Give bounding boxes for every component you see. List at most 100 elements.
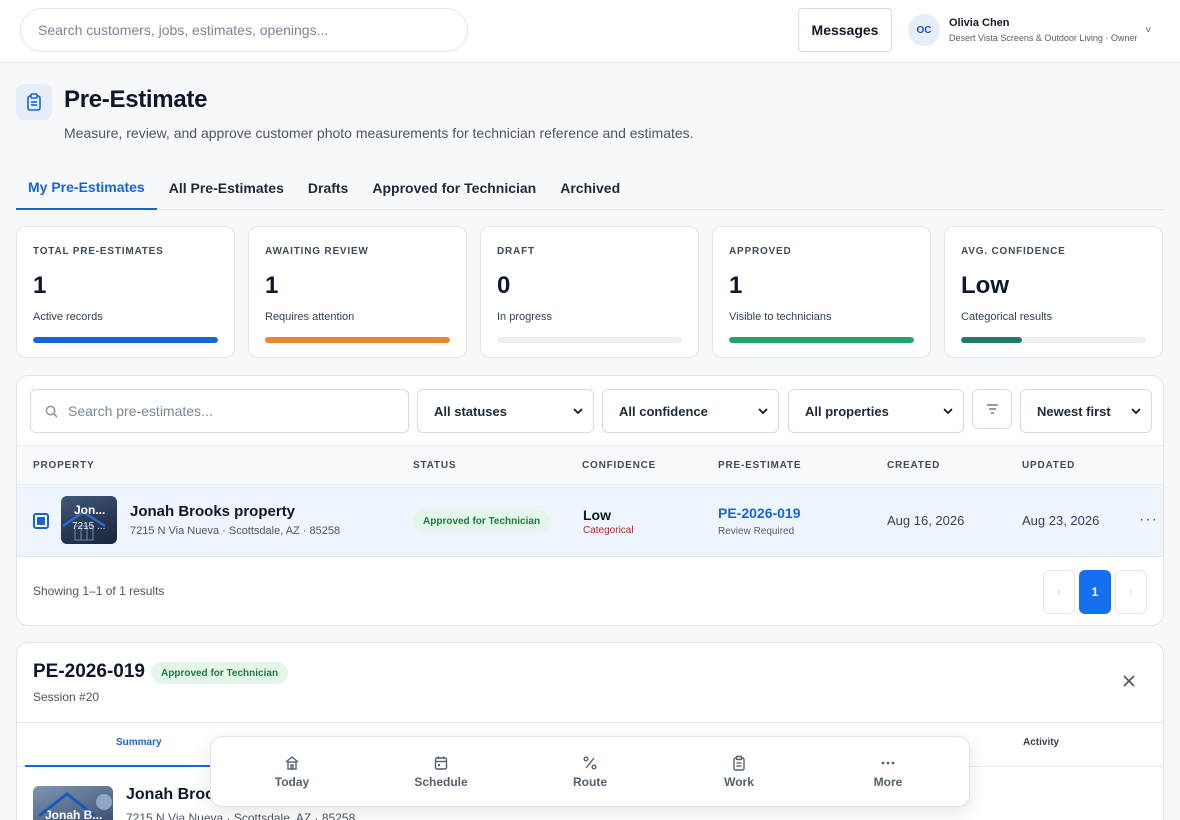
column-header-status[interactable]: STATUS xyxy=(413,460,456,471)
global-search-input[interactable]: Search customers, jobs, estimates, openi… xyxy=(20,8,468,52)
next-page-button[interactable]: › xyxy=(1115,570,1147,614)
stat-progress-track xyxy=(33,337,218,343)
nav-work-label: Work xyxy=(724,775,754,789)
messages-button[interactable]: Messages xyxy=(798,8,892,52)
stat-card-avg-confidence: AVG. CONFIDENCE Low Categorical results xyxy=(944,226,1163,358)
filter-lines-icon xyxy=(986,404,998,414)
column-header-confidence[interactable]: CONFIDENCE xyxy=(582,460,656,471)
chevron-down-icon xyxy=(758,407,768,414)
user-name: Olivia Chen xyxy=(949,17,1010,29)
results-count: Showing 1–1 of 1 results xyxy=(33,584,165,598)
user-menu[interactable]: OC Olivia Chen Desert Vista Screens & Ou… xyxy=(908,14,1151,46)
row-actions-menu[interactable]: ··· xyxy=(1139,511,1158,529)
created-date: Aug 16, 2026 xyxy=(887,513,965,528)
detail-property-address: 7215 N Via Nueva · Scottsdale, AZ · 8525… xyxy=(126,811,356,820)
stat-cards: TOTAL PRE-ESTIMATES 1 Active records AWA… xyxy=(16,226,1163,358)
filter-button[interactable] xyxy=(972,389,1012,429)
stat-note: Categorical results xyxy=(961,311,1053,323)
nav-today[interactable]: Today xyxy=(252,755,332,789)
user-info: Olivia Chen Desert Vista Screens & Outdo… xyxy=(949,17,1137,43)
confidence-value: Low xyxy=(583,507,611,523)
active-tab-indicator xyxy=(25,765,225,767)
column-header-created[interactable]: CREATED xyxy=(887,460,940,471)
clipboard-icon xyxy=(733,755,745,771)
nav-today-label: Today xyxy=(274,775,310,789)
detail-status-badge: Approved for Technician xyxy=(151,662,289,684)
column-header-property[interactable]: PROPERTY xyxy=(33,460,94,471)
chevron-down-icon[interactable]: ˅ xyxy=(1145,25,1151,36)
updated-date: Aug 23, 2026 xyxy=(1022,513,1100,528)
nav-schedule-label: Schedule xyxy=(414,775,468,789)
table-row[interactable]: Jon... 7215 ... Jonah Brooks property 72… xyxy=(17,485,1163,557)
stat-value: 1 xyxy=(33,272,47,299)
column-header-pre-estimate[interactable]: PRE-ESTIMATE xyxy=(718,460,801,471)
property-thumbnail: Jon... 7215 ... xyxy=(61,496,117,544)
confidence-type: Categorical xyxy=(583,525,634,536)
stat-label: TOTAL PRE-ESTIMATES xyxy=(33,246,164,257)
nav-work[interactable]: Work xyxy=(699,755,779,789)
detail-session: Session #20 xyxy=(33,690,100,704)
detail-tab-summary[interactable]: Summary xyxy=(116,737,162,748)
tab-all-pre-estimates[interactable]: All Pre-Estimates xyxy=(157,166,296,210)
bottom-navigation: Today Schedule Route Work More xyxy=(210,736,970,807)
global-search-placeholder: Search customers, jobs, estimates, openi… xyxy=(38,22,329,38)
pre-estimates-table-panel: Search pre-estimates... All statuses All… xyxy=(16,375,1164,626)
row-checkbox[interactable] xyxy=(33,513,49,529)
pre-estimate-tabs: My Pre-Estimates All Pre-Estimates Draft… xyxy=(16,166,1164,210)
property-name[interactable]: Jonah Brooks property xyxy=(130,503,295,520)
detail-thumbnail-title: Jonah B... xyxy=(45,808,103,820)
detail-pre-estimate-id: PE-2026-019 xyxy=(33,661,145,682)
pre-estimate-search-input[interactable]: Search pre-estimates... xyxy=(30,389,409,433)
stat-value: 0 xyxy=(497,272,511,299)
stat-note: In progress xyxy=(497,311,553,323)
tab-archived[interactable]: Archived xyxy=(548,166,632,210)
route-icon xyxy=(583,756,597,770)
nav-more[interactable]: More xyxy=(848,755,928,789)
stat-value: 1 xyxy=(729,272,743,299)
stat-value: 1 xyxy=(265,272,279,299)
calendar-icon xyxy=(434,756,448,770)
status-filter-value: All statuses xyxy=(434,403,507,419)
detail-tab-activity[interactable]: Activity xyxy=(1023,737,1059,748)
properties-filter-select[interactable]: All properties xyxy=(788,389,964,433)
status-filter-select[interactable]: All statuses xyxy=(417,389,594,433)
nav-more-label: More xyxy=(873,775,903,789)
chevron-down-icon xyxy=(943,407,953,414)
stat-progress-fill xyxy=(33,337,218,343)
chevron-down-icon xyxy=(1131,407,1141,414)
page-subtitle: Measure, review, and approve customer ph… xyxy=(64,125,694,141)
stat-progress-track xyxy=(497,337,682,343)
stat-progress-fill xyxy=(961,337,1023,343)
pre-estimate-search-placeholder: Search pre-estimates... xyxy=(68,403,213,419)
column-header-updated[interactable]: UPDATED xyxy=(1022,460,1075,471)
stat-label: AWAITING REVIEW xyxy=(265,246,369,257)
stat-progress-track xyxy=(265,337,450,343)
stat-progress-fill xyxy=(265,337,450,343)
nav-route[interactable]: Route xyxy=(550,755,630,789)
sort-select[interactable]: Newest first xyxy=(1020,389,1152,433)
stat-label: DRAFT xyxy=(497,246,535,257)
pre-estimate-link[interactable]: PE-2026-019 xyxy=(718,505,801,521)
thumbnail-subtitle: 7215 ... xyxy=(72,521,106,532)
tab-drafts[interactable]: Drafts xyxy=(296,166,360,210)
stat-card-awaiting-review: AWAITING REVIEW 1 Requires attention xyxy=(248,226,467,358)
confidence-filter-select[interactable]: All confidence xyxy=(602,389,779,433)
avatar: OC xyxy=(908,14,940,46)
stat-note: Visible to technicians xyxy=(729,311,832,323)
tab-my-pre-estimates[interactable]: My Pre-Estimates xyxy=(16,166,157,210)
home-icon xyxy=(285,756,299,770)
more-dots-icon xyxy=(881,761,895,765)
page-1-button[interactable]: 1 xyxy=(1079,570,1111,614)
close-icon[interactable] xyxy=(1121,673,1137,689)
stat-card-approved: APPROVED 1 Visible to technicians xyxy=(712,226,931,358)
thumbnail-title: Jon... xyxy=(74,503,106,517)
property-address: 7215 N Via Nueva · Scottsdale, AZ · 8525… xyxy=(130,525,341,537)
nav-route-label: Route xyxy=(573,775,607,789)
previous-page-button[interactable]: ‹ xyxy=(1043,570,1075,614)
nav-schedule[interactable]: Schedule xyxy=(401,755,481,789)
clipboard-icon xyxy=(16,84,52,120)
stat-progress-track xyxy=(961,337,1146,343)
pre-estimate-status: Review Required xyxy=(718,526,795,537)
tab-approved-for-technician[interactable]: Approved for Technician xyxy=(360,166,548,210)
properties-filter-value: All properties xyxy=(805,403,889,419)
